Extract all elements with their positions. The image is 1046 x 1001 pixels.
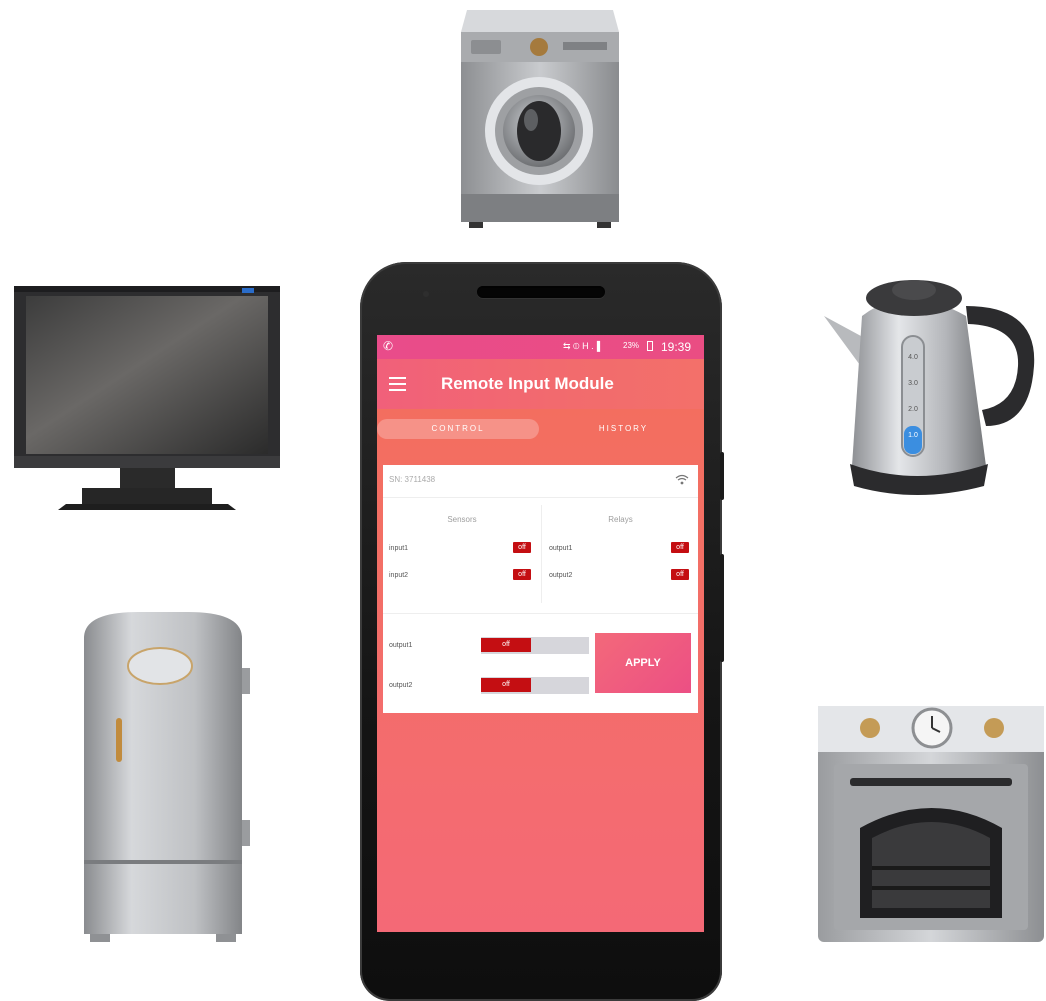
earpiece-speaker [477,286,605,298]
tab-control[interactable]: CONTROL [377,419,539,439]
status-time: 19:39 [661,340,692,354]
output-control-label: output2 [389,682,413,689]
toggle-off-segment: off [481,638,531,652]
sensor-label: input2 [389,572,409,579]
relay-label: output2 [549,572,573,579]
oven-illustration [818,706,1044,942]
sensor-label: input1 [389,545,409,552]
app-toolbar: Remote Input Module [377,359,704,409]
divider [383,613,698,614]
phone-device: ✆ ⇆ ⦶ H .▐ 23% 19:39 Remote Input Module… [360,262,724,1001]
kettle-scale-mark: 2.0 [908,406,918,413]
phone-call-icon: ✆ [383,339,394,353]
wifi-icon [675,474,689,485]
output-control-label: output1 [389,642,413,649]
refrigerator-illustration [84,612,250,942]
battery-icon [647,341,653,351]
app-title: Remote Input Module [441,374,614,393]
output1-toggle[interactable]: off [481,637,589,654]
sensor-status-badge: off [513,569,531,580]
tab-history[interactable]: HISTORY [543,419,704,439]
output2-toggle[interactable]: off [481,677,589,694]
washing-machine-illustration [461,10,619,228]
column-divider [541,505,542,603]
monitor-illustration [14,286,280,510]
sensor-status-badge: off [513,542,531,553]
kettle-scale-mark: 3.0 [908,380,918,387]
power-button[interactable] [720,452,724,500]
relay-label: output1 [549,545,573,552]
relay-status-badge: off [671,569,689,580]
serial-number: SN: 3711438 [389,475,436,484]
status-bar: ✆ ⇆ ⦶ H .▐ 23% 19:39 [377,335,704,359]
volume-button[interactable] [720,554,724,662]
relays-header: Relays [608,515,633,524]
sensors-header: Sensors [447,515,477,524]
phone-screen: ✆ ⇆ ⦶ H .▐ 23% 19:39 Remote Input Module… [377,335,704,932]
kettle-scale-mark: 4.0 [908,354,918,361]
relay-status-badge: off [671,542,689,553]
kettle-scale-mark: 1.0 [908,432,918,439]
toggle-off-segment: off [481,678,531,692]
apply-button[interactable]: APPLY [595,633,691,693]
kettle-illustration [824,280,1035,495]
hamburger-icon[interactable] [389,377,406,395]
kettle-scale: 4.0 3.0 2.0 1.0 [902,345,924,449]
battery-percent: 23% [623,341,640,350]
control-card: SN: 3711438 Sensors input1 off input2 of… [383,465,698,713]
divider [383,497,698,498]
front-camera [423,291,429,297]
status-indicators: ⇆ ⦶ H .▐ [563,341,600,351]
